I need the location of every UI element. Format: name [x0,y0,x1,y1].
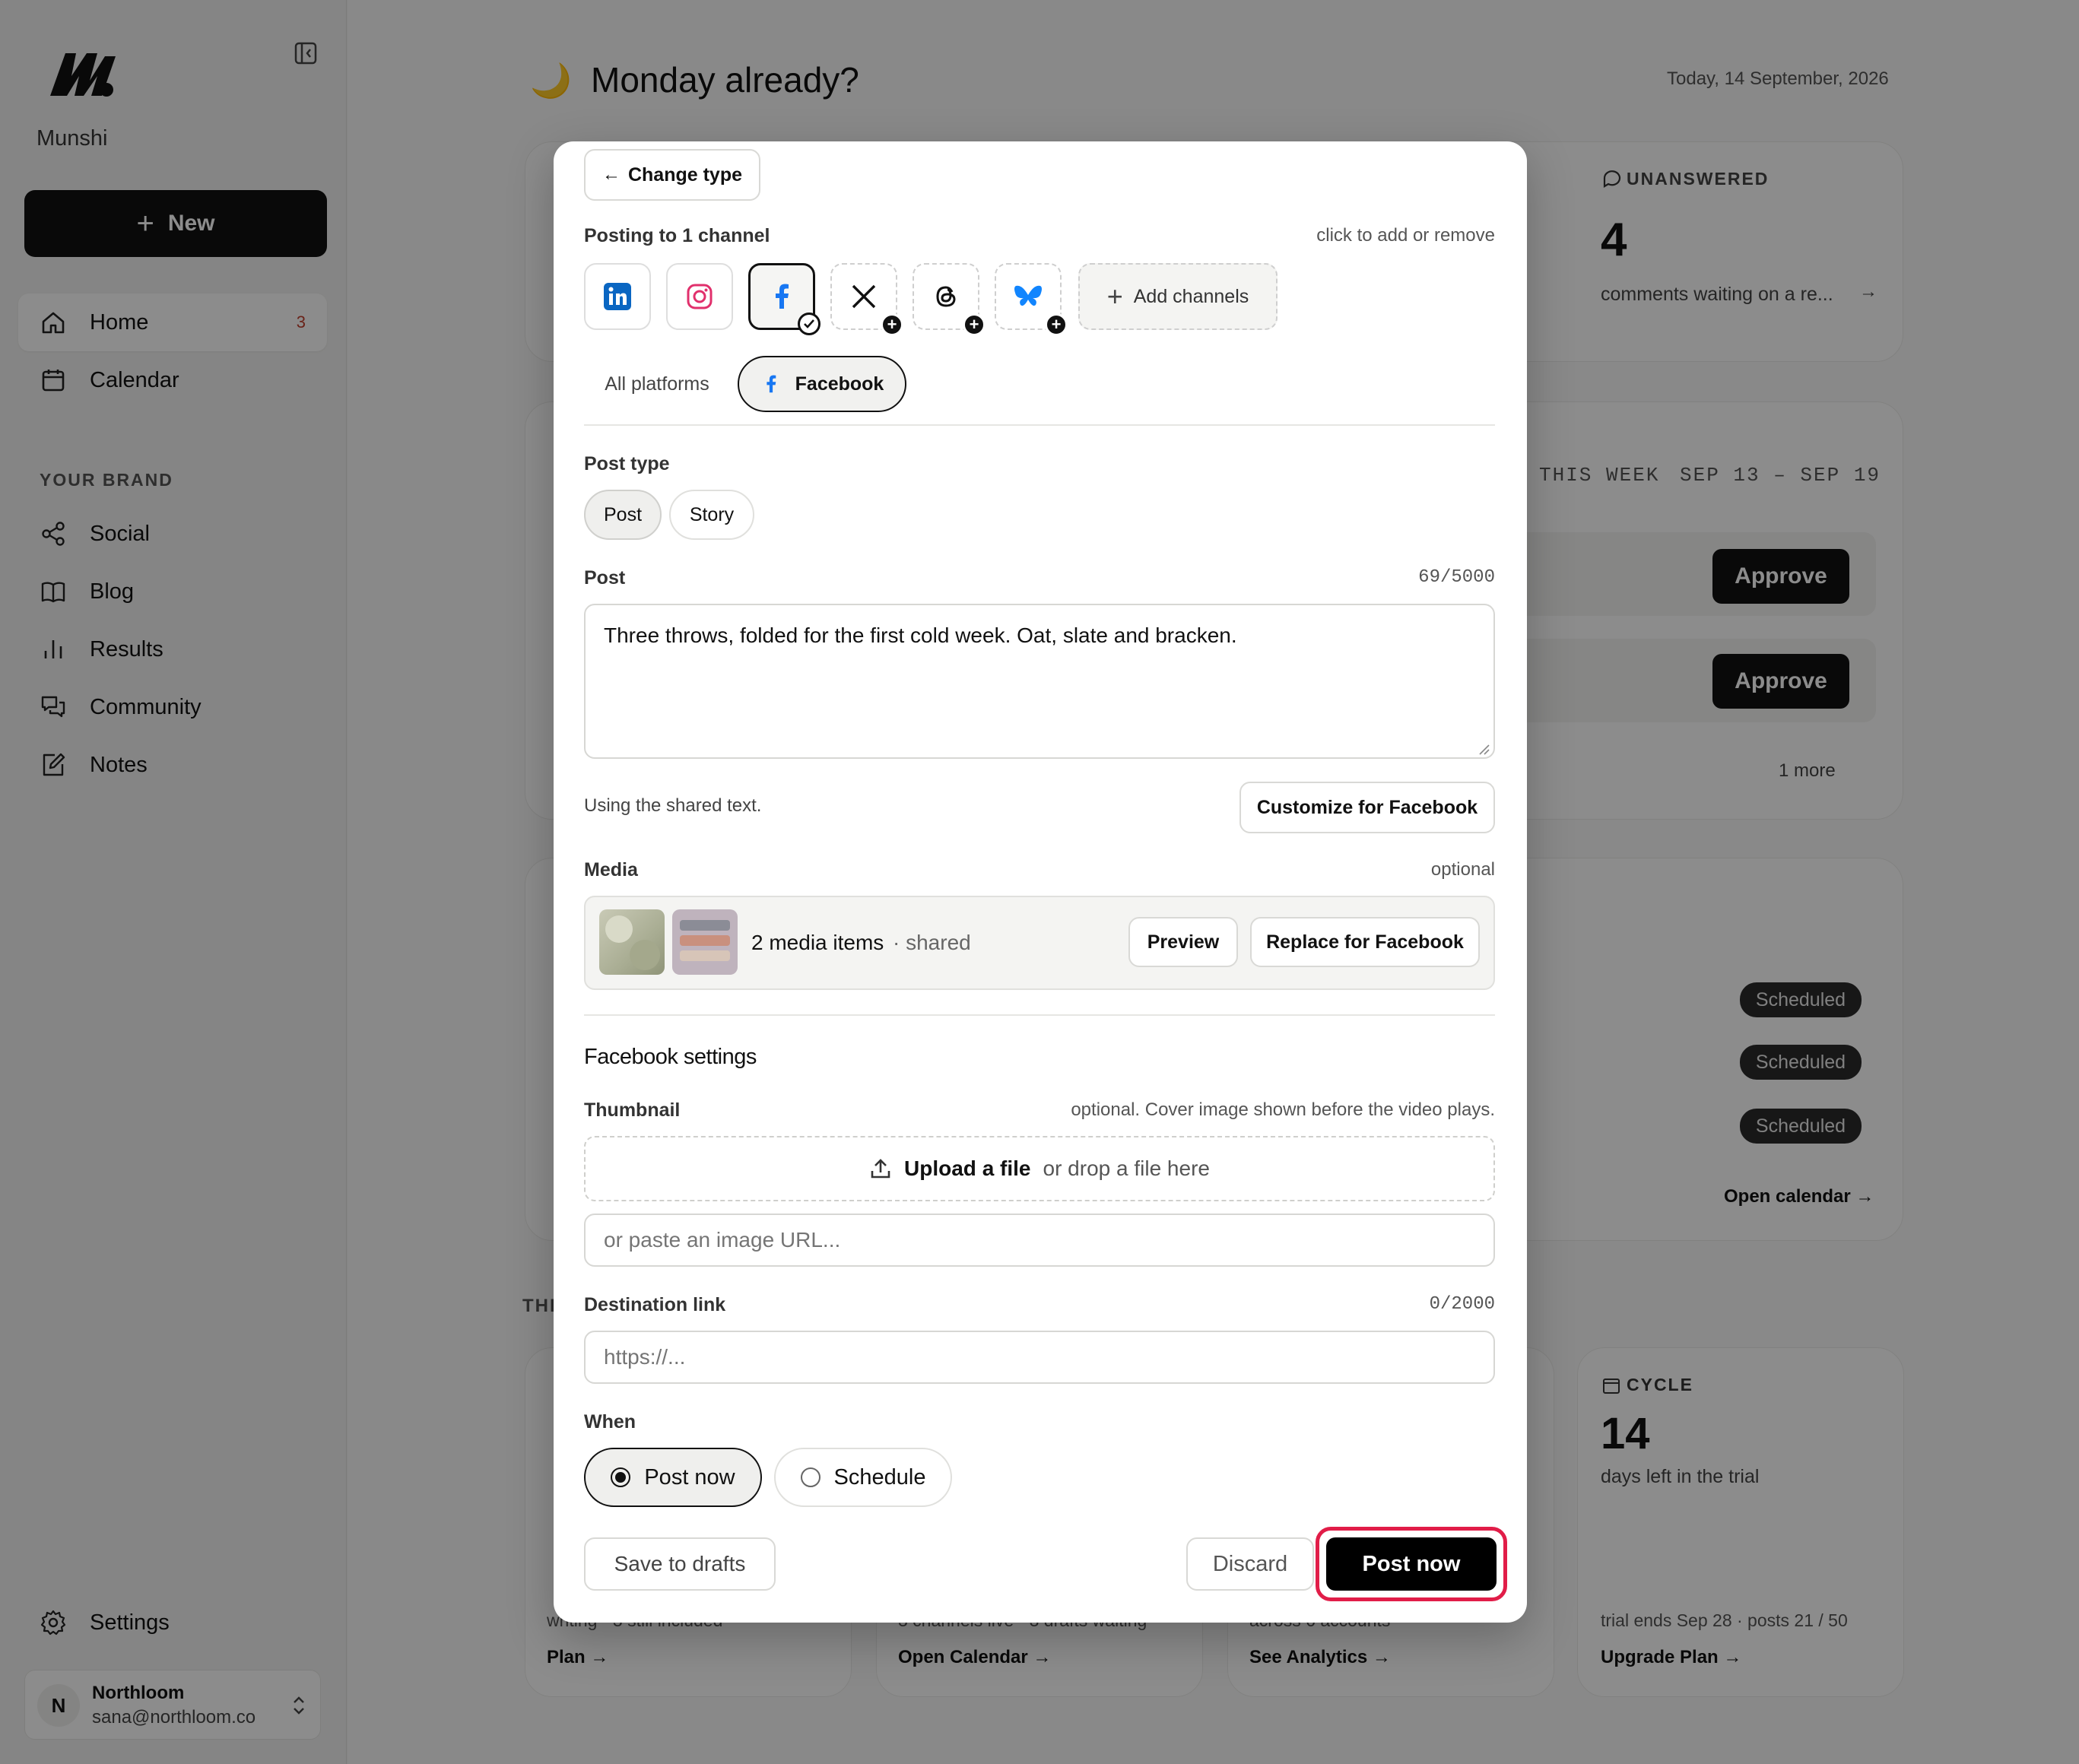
tab-all-platforms[interactable]: All platforms [584,356,730,412]
thumbnail-label: Thumbnail [584,1099,681,1121]
preview-button[interactable]: Preview [1128,917,1238,967]
when-label: When [584,1411,636,1432]
destination-link-label: Destination link [584,1294,726,1315]
facebook-icon [776,284,789,309]
media-label: Media [584,859,638,880]
divider [584,1014,1495,1016]
shared-text-note: Using the shared text. [584,795,762,816]
arrow-left-icon: ← [601,164,621,185]
add-channel-icon: + [1045,313,1068,336]
tab-facebook[interactable]: Facebook [738,356,906,412]
channel-x[interactable]: + [830,263,903,336]
media-optional: optional [1430,859,1495,880]
media-thumbnail-1[interactable] [599,909,665,975]
threads-icon [936,286,956,307]
change-type-button[interactable]: ← Change type [584,149,760,201]
channel-linkedin[interactable] [584,263,651,330]
schedule-option-label: Schedule [833,1464,926,1490]
compose-post-modal: ← Change type Posting to 1 channel click… [554,141,1527,1623]
change-type-label: Change type [627,163,743,186]
post-textarea[interactable]: Three throws, folded for the first cold … [584,604,1495,759]
instagram-icon [687,284,713,309]
customize-facebook-button[interactable]: Customize for Facebook [1239,782,1495,833]
posting-to-label: Posting to 1 channel [584,225,770,246]
check-icon [798,313,820,335]
when-schedule-option[interactable]: Schedule [774,1448,952,1507]
add-channels-button[interactable]: + Add channels [1078,263,1278,330]
x-icon [852,284,876,309]
discard-button[interactable]: Discard [1186,1537,1314,1591]
thumbnail-hint: optional. Cover image shown before the v… [1071,1099,1495,1120]
channel-facebook[interactable] [748,263,820,335]
channel-threads[interactable]: + [913,263,986,336]
post-now-button[interactable]: Post now [1326,1537,1497,1591]
media-thumbnail-2[interactable] [672,909,738,975]
destination-link-input[interactable] [584,1331,1495,1384]
add-channel-icon: + [963,313,986,336]
thumbnail-dropzone[interactable]: Upload a file or drop a file here [584,1136,1495,1201]
media-shared: · shared [893,931,971,954]
post-type-post[interactable]: Post [584,490,662,540]
radio-selected-icon [611,1467,631,1487]
post-label: Post [584,567,626,589]
post-type-label: Post type [584,453,670,474]
replace-for-facebook-button[interactable]: Replace for Facebook [1250,917,1480,967]
bluesky-icon [1014,285,1042,306]
post-char-count: 69/5000 [1418,567,1495,588]
radio-empty-icon [800,1467,820,1487]
linkedin-icon [604,283,631,310]
add-channels-label: Add channels [1133,285,1249,307]
save-to-drafts-button[interactable]: Save to drafts [584,1537,776,1591]
facebook-settings-heading: Facebook settings [584,1045,757,1069]
divider [584,424,1495,426]
resize-handle-icon[interactable] [1478,744,1490,756]
post-now-option-label: Post now [644,1464,735,1490]
facebook-icon [767,375,776,393]
when-post-now-option[interactable]: Post now [584,1448,762,1507]
upload-file-label: Upload a file [904,1156,1031,1180]
channel-bluesky[interactable]: + [995,263,1068,336]
destination-char-count: 0/2000 [1429,1294,1495,1315]
plus-icon: + [1106,281,1123,312]
tab-facebook-label: Facebook [795,373,884,395]
posting-hint: click to add or remove [1316,225,1495,246]
upload-icon [871,1159,890,1179]
drop-file-label: or drop a file here [1043,1156,1210,1180]
media-count: 2 media items [751,931,884,954]
channel-instagram[interactable] [666,263,733,330]
post-type-story[interactable]: Story [669,490,754,540]
add-channel-icon: + [881,313,903,336]
image-url-input[interactable] [584,1214,1495,1267]
